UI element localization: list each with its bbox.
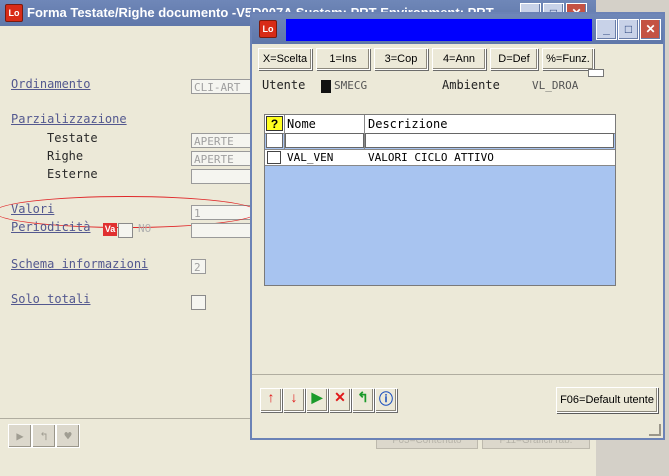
grid-header: ? Nome Descrizione [265,115,615,134]
user-icon [321,80,331,93]
scroll-knob[interactable] [588,69,604,77]
dialog-title-redaction [286,19,592,41]
column-header-descrizione[interactable]: Descrizione [368,117,447,131]
column-header-nome[interactable]: Nome [287,117,316,131]
solo-totali-checkbox[interactable] [191,295,206,310]
esterne-label: Esterne [47,167,98,181]
move-down-icon[interactable]: ↓ [283,388,305,412]
filter-nome-input[interactable] [285,133,364,148]
esterne-field[interactable] [191,169,251,184]
utente-value: SMECG [334,79,368,92]
table-row[interactable]: VAL_VEN VALORI CICLO ATTIVO [265,149,615,166]
ins-button[interactable]: 1=Ins [316,48,370,70]
ambiente-value: VL_DROA [532,79,579,92]
periodicita-label: Periodicità [11,220,91,234]
dialog-close-icon[interactable]: ✕ [640,19,661,40]
periodicita-checkbox[interactable] [118,223,133,238]
default-utente-button[interactable]: F06=Default utente [556,387,658,413]
dialog-maximize-icon[interactable]: □ [618,19,639,40]
info-icon[interactable]: ⓘ [375,388,397,412]
righe-label: Righe [47,149,84,163]
dialog-minimize-icon[interactable]: _ [596,19,617,40]
solo-totali-label: Solo totali [11,292,91,306]
play-icon[interactable]: ▶ [8,424,32,448]
row-select-checkbox[interactable] [267,151,281,164]
scelta-button[interactable]: X=Scelta [258,48,312,70]
selection-dialog: Lo _ □ ✕ X=Scelta 1=Ins 3=Cop 4=Ann D=De… [250,12,665,440]
app-logo-icon: Lo [5,4,23,22]
filter-select[interactable] [266,133,283,148]
periodicita-badge: Va [103,223,117,236]
periodicita-value: NO [138,222,152,235]
return-icon[interactable]: ↰ [32,424,56,448]
row-descrizione: VALORI CICLO ATTIVO [368,151,494,164]
righe-field[interactable]: APERTE [191,151,251,166]
def-button[interactable]: D=Def [490,48,538,70]
resize-grip-icon[interactable] [649,424,661,436]
dialog-separator [252,374,663,375]
filter-descrizione-input[interactable] [365,133,614,148]
row-nome: VAL_VEN [287,151,334,164]
ordinamento-label: Ordinamento [11,77,91,91]
ordinamento-field[interactable]: CLI-ART [191,79,251,94]
periodicita-field[interactable] [191,223,251,238]
results-grid: ? Nome Descrizione VAL_VEN VALORI CICLO … [264,114,616,286]
move-up-icon[interactable]: ↑ [260,388,282,412]
ambiente-label: Ambiente [442,78,500,92]
parzializzazione-label: Parzializzazione [11,112,127,126]
testate-label: Testate [47,131,98,145]
funz-button[interactable]: %=Funz. [542,48,594,70]
dialog-app-logo-icon: Lo [259,20,277,38]
dialog-title-bar[interactable]: Lo _ □ ✕ [252,14,663,44]
confirm-play-icon[interactable]: ▶ [306,388,328,412]
schema-informazioni-label: Schema informazioni [11,257,149,271]
ann-button[interactable]: 4=Ann [432,48,486,70]
delete-icon[interactable]: ✕ [329,388,351,412]
utente-label: Utente [262,78,306,92]
favorite-icon[interactable]: ♥ [56,424,80,448]
schema-informazioni-field[interactable]: 2 [191,259,206,274]
help-icon[interactable]: ? [266,116,283,131]
return-icon[interactable]: ↰ [352,388,374,412]
testate-field[interactable]: APERTE [191,133,251,148]
cop-button[interactable]: 3=Cop [374,48,428,70]
